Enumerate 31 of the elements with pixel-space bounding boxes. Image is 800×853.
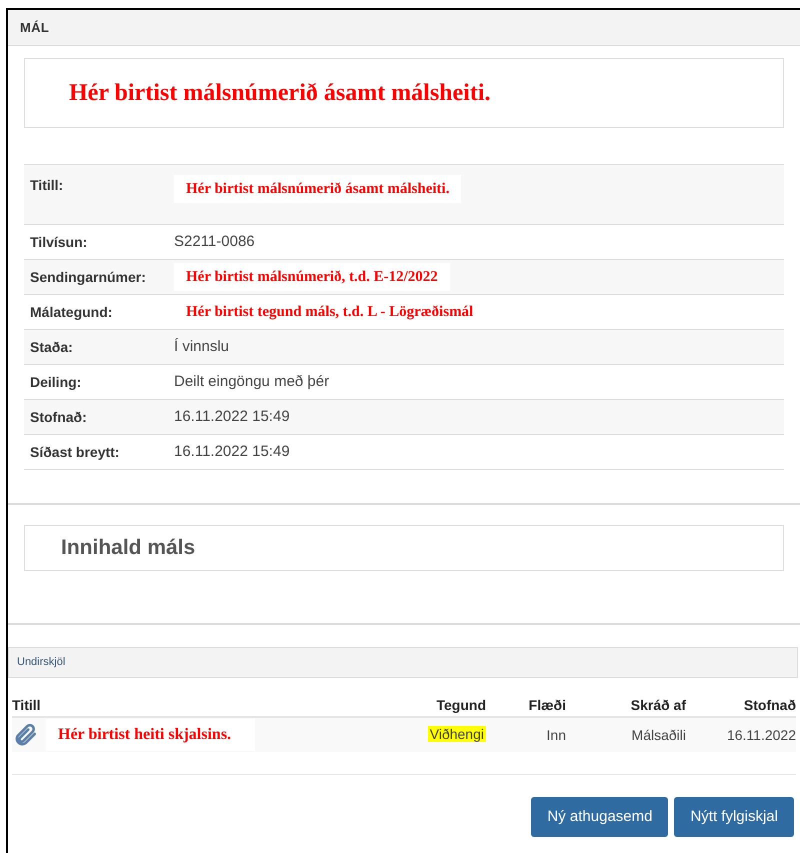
table-cell-text: Málsaðili (630, 726, 686, 744)
detail-value: 16.11.2022 15:49 (174, 443, 290, 460)
detail-label: Málategund: (29, 302, 114, 322)
column-header: Skráð af (630, 696, 686, 714)
table-cell: Viðhengi (428, 726, 486, 742)
detail-label: Sendingarnúmer: (29, 268, 147, 287)
subdocs-header: Undirskjöl (8, 647, 798, 678)
detail-label: Tilvísun: (29, 232, 88, 252)
annotation-text: Hér birtist heiti skjalsins. (46, 719, 256, 751)
table-cell-text: 16.11.2022 (726, 726, 796, 744)
detail-value: Deilt eingöngu með þér (174, 373, 330, 390)
annotation-text: Hér birtist málsnúmerið, t.d. E-12/2022 (174, 263, 450, 291)
annotation-text: Hér birtist málsnúmerið ásamt málsheiti. (69, 79, 491, 108)
detail-label: Stofnað: (29, 408, 88, 426)
table-cell-text: Inn (546, 726, 566, 744)
column-header: Titill (12, 696, 42, 714)
section-title: Innihald máls (61, 535, 196, 562)
detail-value: 16.11.2022 15:49 (174, 408, 290, 425)
column-header: Stofnað (742, 696, 796, 714)
detail-value: Í vinnslu (174, 338, 230, 355)
panel-header: MÁL (8, 10, 800, 46)
detail-label: Síðast breytt: (29, 442, 120, 462)
detail-label: Titill: (29, 176, 64, 195)
detail-label: Deiling: (29, 372, 82, 392)
detail-value: S2211-0086 (174, 233, 255, 250)
annotation-text: Hér birtist málsnúmerið ásamt málsheiti. (174, 175, 462, 203)
column-header: Flæði (528, 696, 566, 714)
action-button[interactable]: Ný athugasemd (531, 797, 668, 837)
column-header: Tegund (435, 696, 486, 715)
action-button[interactable]: Nýtt fylgiskjal (674, 797, 794, 837)
detail-label: Staða: (29, 338, 74, 356)
